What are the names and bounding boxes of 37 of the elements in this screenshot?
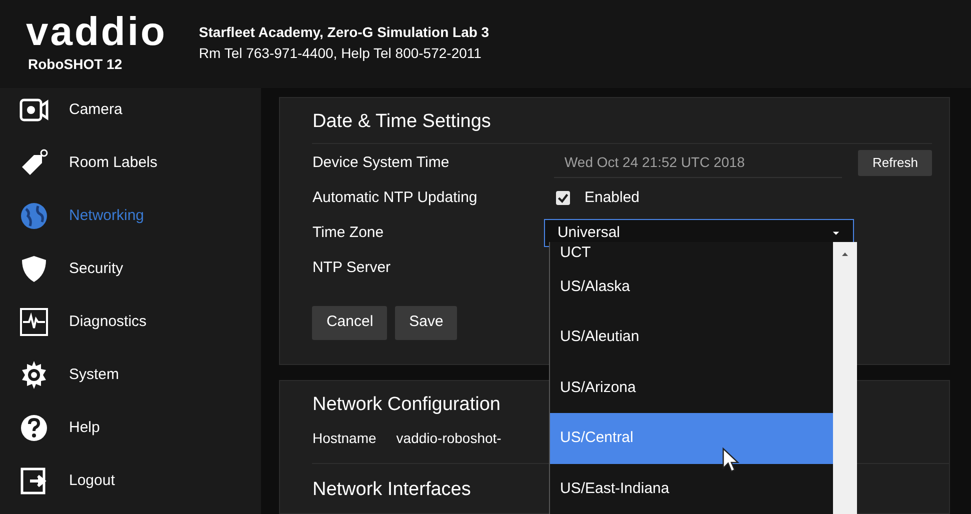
panel-title: Date & Time Settings xyxy=(312,108,932,144)
help-icon xyxy=(18,412,50,444)
field-label: Time Zone xyxy=(312,222,385,243)
checkbox[interactable] xyxy=(556,191,570,205)
nav-item[interactable]: Room Labels xyxy=(18,147,262,179)
nav-item[interactable]: Camera xyxy=(18,94,262,126)
hostname-field[interactable]: vaddio-roboshot- xyxy=(396,428,502,448)
logo: vaddio xyxy=(26,14,167,50)
dropdown-option[interactable]: US/East-Indiana xyxy=(550,464,833,514)
pulse-icon xyxy=(18,306,50,338)
nav-item[interactable]: Help xyxy=(18,412,262,444)
scrollbar[interactable] xyxy=(833,242,857,514)
location-text: Starfleet Academy, Zero-G Simulation Lab 3 xyxy=(198,23,490,42)
refresh-button[interactable]: Refresh xyxy=(858,150,932,176)
field-label: Automatic NTP Updating xyxy=(312,188,478,208)
checkbox-label: Enabled xyxy=(584,188,640,208)
contact-text: Rm Tel 763-971-4400, Help Tel 800-572-2011 xyxy=(198,44,482,63)
field-label: Hostname xyxy=(312,428,376,448)
product-name: RoboSHOT 12 xyxy=(27,55,124,74)
globe-icon xyxy=(18,200,50,232)
nav-item[interactable]: System xyxy=(18,359,262,391)
field-label: Device System Time xyxy=(312,152,450,173)
dropdown-option[interactable]: US/Aleutian xyxy=(550,312,833,363)
field-label: NTP Server xyxy=(312,258,392,278)
form-button[interactable]: Cancel xyxy=(312,306,388,340)
system-time-field: Wed Oct 24 21:52 UTC 2018 xyxy=(554,148,842,178)
dropdown-option[interactable]: US/Alaska xyxy=(550,262,833,312)
up-arrow-icon xyxy=(840,250,850,258)
dropdown-option[interactable]: US/Arizona xyxy=(550,362,833,414)
form-button[interactable]: Save xyxy=(395,306,458,340)
nav-item[interactable]: Security xyxy=(18,253,262,285)
panel-title: Network Interfaces xyxy=(312,478,471,502)
dropdown-option[interactable]: US/Central xyxy=(550,413,833,464)
nav-item[interactable]: Diagnostics xyxy=(18,306,262,338)
nav-item[interactable]: Logout xyxy=(18,465,262,497)
nav-item[interactable]: Networking xyxy=(18,200,262,232)
panel-title: Network Configuration xyxy=(312,393,502,417)
